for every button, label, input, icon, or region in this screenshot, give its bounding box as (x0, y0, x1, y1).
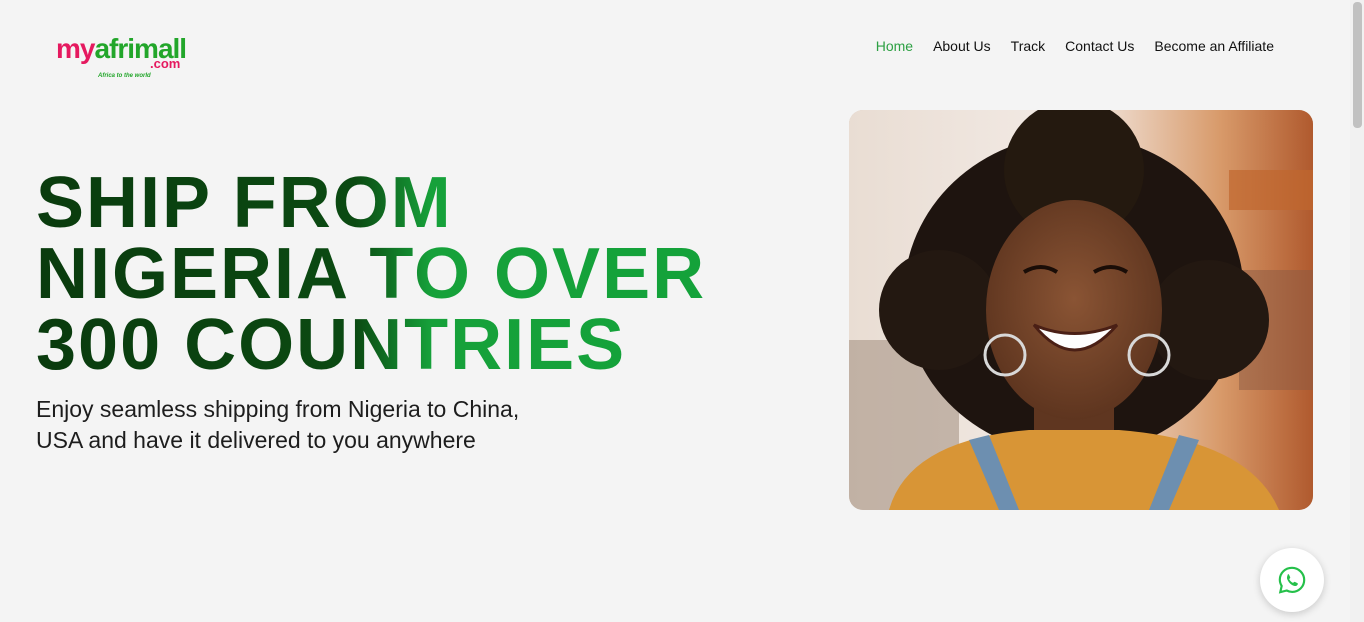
whatsapp-icon (1278, 566, 1306, 594)
nav-become-affiliate[interactable]: Become an Affiliate (1154, 38, 1274, 54)
logo-dotcom: .com (150, 56, 181, 71)
nav-track[interactable]: Track (1011, 38, 1045, 54)
smiling-woman-photo (849, 110, 1313, 510)
nav-home[interactable]: Home (876, 38, 913, 54)
hero-subtitle-line: USA and have it delivered to you anywher… (36, 427, 476, 453)
scrollbar-thumb[interactable] (1353, 2, 1362, 128)
logo-my: my (56, 33, 95, 64)
hero-title-line: SHIP FROM (36, 163, 453, 243)
page: myafrimall .com Africa to the world Home… (0, 0, 1364, 622)
hero-title-line: 300 COUNTRIES (36, 305, 627, 385)
hero-subtitle-line: Enjoy seamless shipping from Nigeria to … (36, 396, 520, 422)
main-nav: Home About Us Track Contact Us Become an… (876, 38, 1274, 54)
logo-tagline: Africa to the world (98, 73, 151, 79)
nav-about-us[interactable]: About Us (933, 38, 991, 54)
whatsapp-button[interactable] (1260, 548, 1324, 612)
hero-image (849, 110, 1313, 510)
site-logo[interactable]: myafrimall .com Africa to the world (56, 34, 196, 84)
page-scrollbar[interactable] (1350, 0, 1364, 622)
hero-title: SHIP FROM NIGERIA TO OVER 300 COUNTRIES (36, 168, 796, 381)
hero-subtitle: Enjoy seamless shipping from Nigeria to … (36, 394, 576, 456)
hero-title-line: NIGERIA TO OVER (36, 234, 707, 314)
nav-contact-us[interactable]: Contact Us (1065, 38, 1134, 54)
